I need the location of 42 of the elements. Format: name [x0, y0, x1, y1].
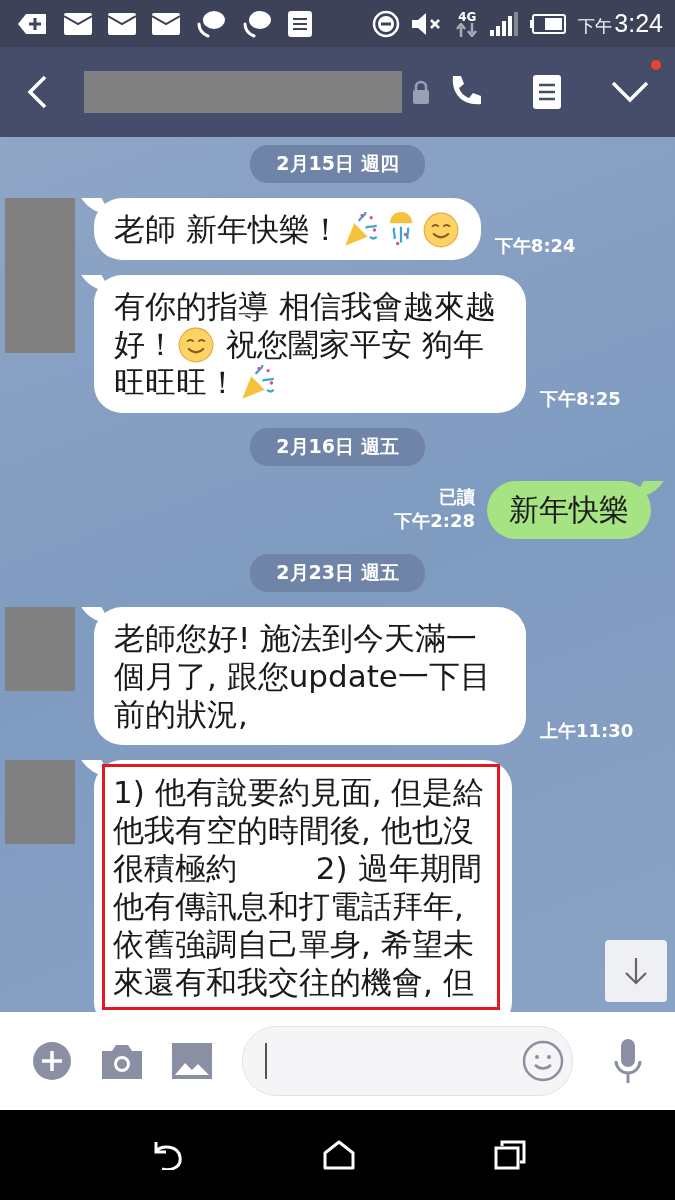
camera-icon[interactable]	[102, 1043, 142, 1079]
mail-icon	[108, 12, 136, 35]
message-time: 下午8:24	[494, 234, 576, 258]
back-icon[interactable]	[26, 75, 48, 109]
plus-icon[interactable]	[32, 1041, 72, 1081]
arrow-down-icon	[624, 957, 648, 985]
recent-apps-icon[interactable]	[493, 1140, 526, 1170]
message-time: 下午8:25	[540, 387, 621, 411]
do-not-disturb-icon	[372, 9, 401, 38]
chat-call-icon	[242, 8, 272, 39]
status-time: 下午3:24	[578, 9, 663, 38]
message-time: 下午2:28	[394, 509, 475, 533]
data-arrows-icon	[456, 22, 479, 37]
message-bubble[interactable]: 老師 新年快樂！	[94, 198, 481, 260]
party-popper-icon	[240, 365, 276, 401]
date-pill: 2月16日 週五	[250, 428, 425, 466]
battery-icon	[530, 13, 567, 34]
date-pill: 2月23日 週五	[250, 554, 425, 592]
home-icon[interactable]	[322, 1140, 355, 1170]
chat-call-icon	[196, 8, 226, 39]
date-pill: 2月15日 週四	[250, 145, 425, 183]
message-bubble[interactable]: 有你的指導 相信我會越來越好！ 祝您闔家平安 狗年旺旺旺！	[94, 275, 526, 413]
message-bubble[interactable]: 老師您好! 施法到今天滿一個月了, 跟您update一下目前的狀況,	[94, 607, 526, 745]
scroll-down-button[interactable]	[605, 940, 667, 1002]
chevron-down-icon[interactable]	[611, 80, 649, 104]
party-popper-icon	[342, 212, 379, 248]
message-bubble[interactable]: 新年快樂	[487, 481, 651, 539]
microphone-icon[interactable]	[613, 1039, 643, 1083]
lock-icon	[412, 80, 430, 104]
smiling-face-icon	[422, 212, 459, 248]
note-icon	[288, 10, 312, 37]
read-receipt: 已讀	[439, 485, 475, 509]
mail-icon	[64, 12, 92, 35]
network-type-label: 4G	[458, 10, 477, 23]
notification-tag-icon	[18, 11, 48, 36]
notes-icon[interactable]	[533, 75, 561, 109]
emoji-icon[interactable]	[522, 1040, 564, 1082]
smiling-face-icon	[178, 327, 214, 363]
signal-icon	[490, 11, 519, 36]
message-time: 上午11:30	[540, 719, 634, 743]
image-icon[interactable]	[172, 1043, 212, 1079]
mail-icon	[152, 12, 180, 35]
